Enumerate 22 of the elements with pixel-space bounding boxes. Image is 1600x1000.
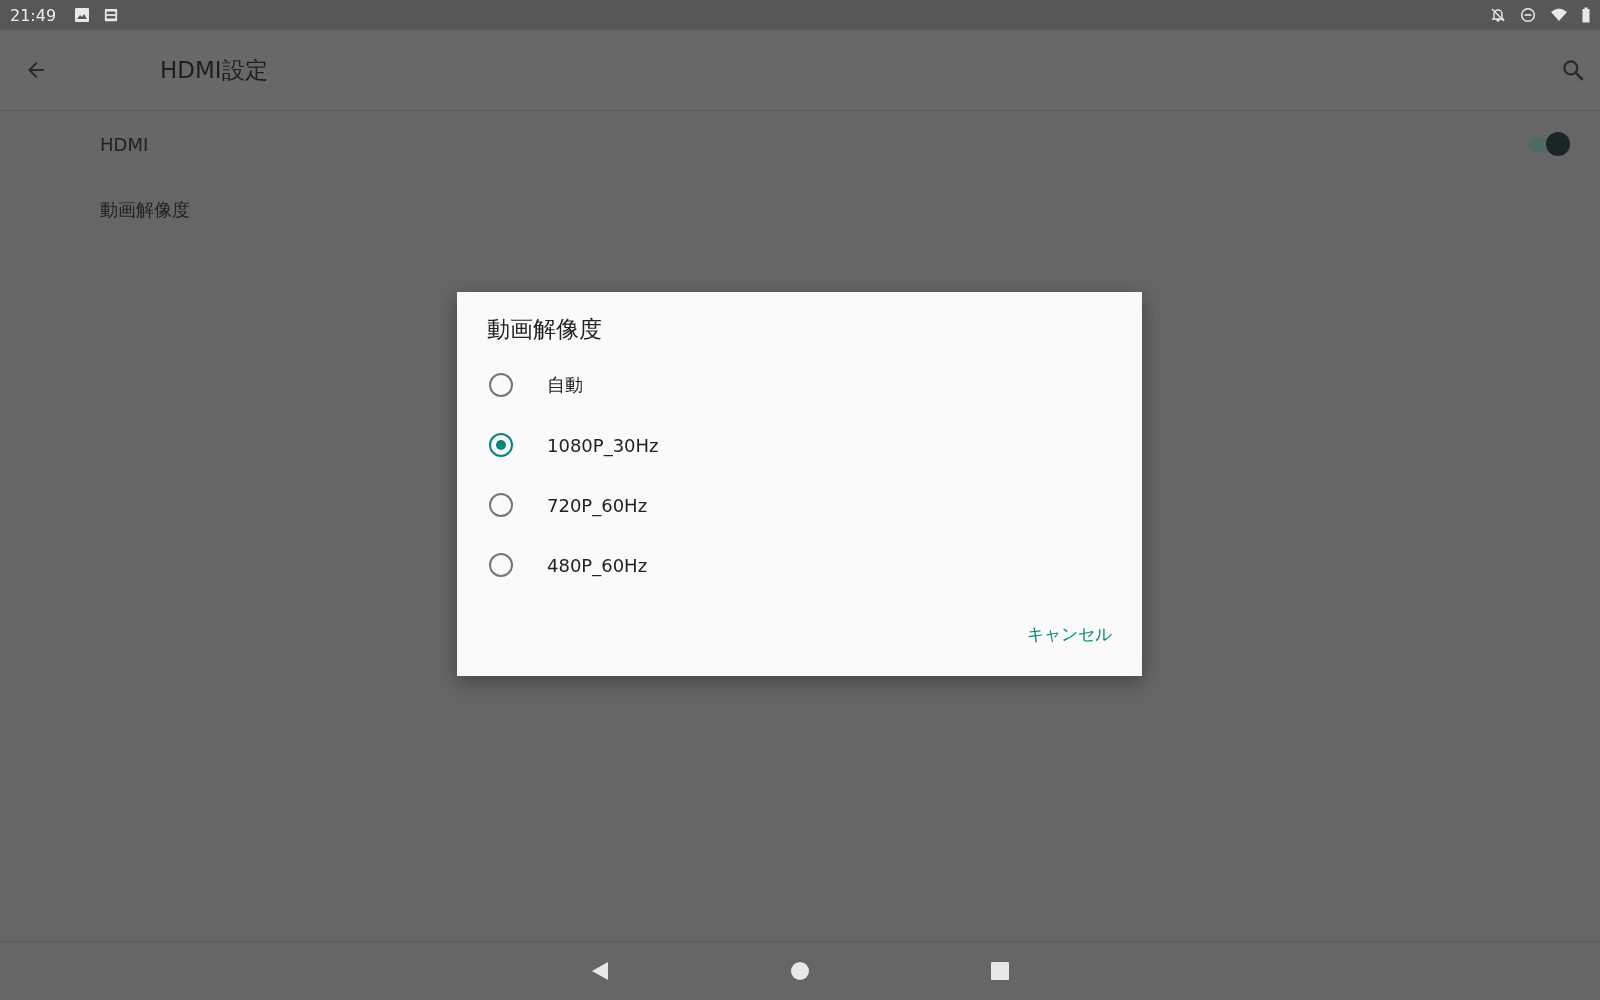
option-label[interactable]: 480P_60Hz	[547, 554, 648, 576]
toolbar-title: HDMI設定	[160, 55, 268, 85]
radio-button[interactable]	[489, 493, 513, 517]
toggle-switch[interactable]	[1526, 130, 1570, 158]
option-label[interactable]: 1080P_30Hz	[547, 434, 659, 456]
radio-button[interactable]	[489, 553, 513, 577]
dialog-title: 動画解像度	[487, 315, 603, 344]
recents-square-icon[interactable]	[990, 961, 1010, 981]
search-icon	[1560, 57, 1586, 83]
image-icon	[74, 7, 91, 23]
option-label[interactable]: 自動	[547, 373, 583, 397]
bell-off-icon	[1490, 7, 1506, 23]
status-time: 21:49	[10, 5, 57, 25]
home-circle-icon[interactable]	[790, 961, 810, 981]
battery-icon	[1582, 7, 1590, 23]
radio-button[interactable]	[489, 373, 513, 397]
do-not-disturb-icon	[1520, 7, 1536, 23]
back-triangle-icon[interactable]	[590, 961, 610, 981]
option-label[interactable]: 720P_60Hz	[547, 494, 648, 516]
cancel-button[interactable]: キャンセル	[1027, 617, 1112, 652]
radio-button[interactable]	[489, 433, 513, 457]
wifi-icon	[1550, 7, 1568, 23]
